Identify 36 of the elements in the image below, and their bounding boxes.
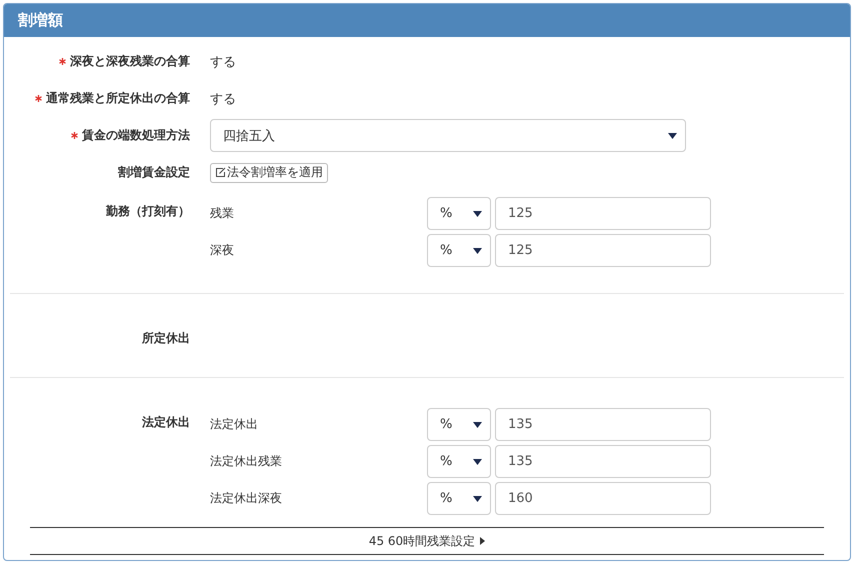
rate-input[interactable]: 125: [495, 234, 711, 267]
caret-icon: [668, 132, 677, 138]
group-label: 所定休出: [141, 330, 191, 347]
rounding-select[interactable]: 四捨五入: [210, 119, 686, 152]
caret-icon: [473, 422, 482, 428]
field-value: する: [210, 90, 236, 108]
panel-title: 割増額: [4, 4, 850, 37]
caret-icon: [473, 248, 482, 254]
unit-select[interactable]: %: [427, 408, 491, 441]
group-label: 勤務（打刻有）: [105, 203, 191, 220]
unit-select[interactable]: %: [427, 482, 491, 515]
group-label: 法定休出: [141, 414, 191, 431]
field-label: 割増賃金設定: [118, 164, 190, 181]
overtime-settings-link[interactable]: 45 60時間残業設定: [368, 532, 486, 550]
rate-input[interactable]: 160: [495, 482, 711, 515]
edit-icon: [215, 167, 226, 178]
rate-input[interactable]: 125: [495, 197, 711, 230]
rate-input[interactable]: 135: [495, 445, 711, 478]
caret-icon: [473, 210, 482, 216]
apply-rates-button[interactable]: 法令割増率を適用: [210, 162, 328, 182]
rate-label: 法定休出: [210, 416, 259, 433]
caret-icon: [473, 496, 482, 502]
field-label: 賃金の端数処理方法: [82, 127, 190, 144]
rate-label: 残業: [210, 205, 235, 222]
rate-label: 深夜: [210, 242, 235, 259]
field-value: する: [210, 54, 236, 70]
field-label: 通常残業と所定休出の合算: [46, 90, 190, 107]
field-label: 深夜と深夜残業の合算: [70, 53, 190, 70]
caret-right-icon: [480, 537, 486, 545]
unit-select[interactable]: %: [427, 234, 491, 267]
rate-label: 法定休出残業: [210, 453, 283, 470]
caret-icon: [473, 458, 482, 464]
rate-input[interactable]: 135: [495, 408, 711, 441]
rate-label: 法定休出深夜: [210, 490, 283, 507]
unit-select[interactable]: %: [427, 197, 491, 230]
unit-select[interactable]: %: [427, 445, 491, 478]
